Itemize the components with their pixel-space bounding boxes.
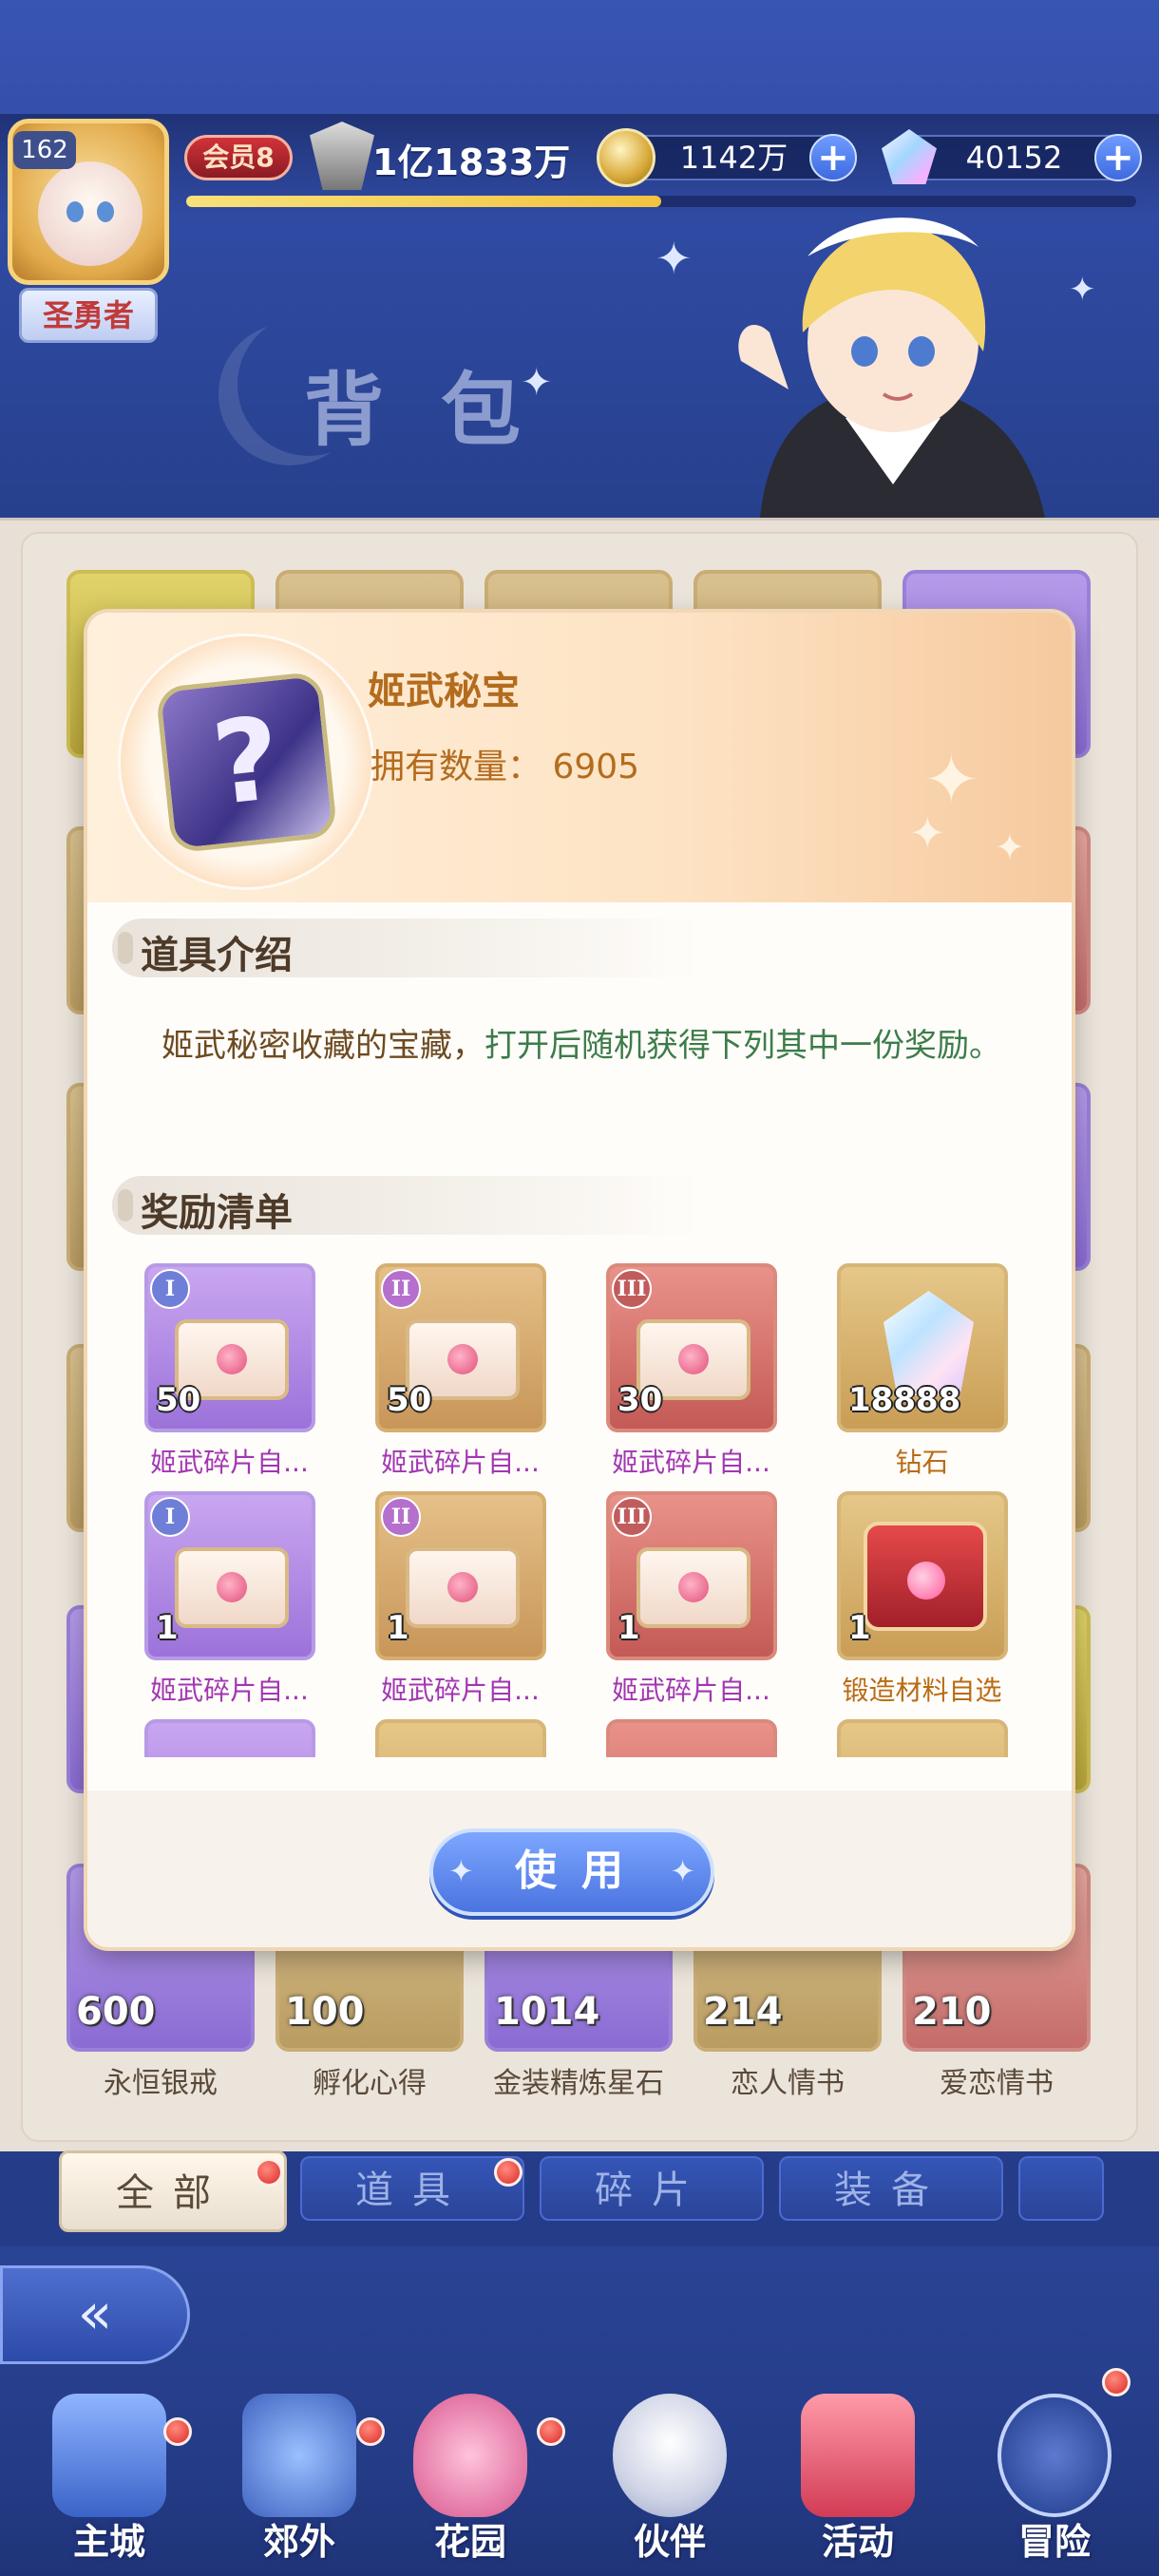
- reward-icon-frame: 18888: [837, 1263, 1008, 1432]
- fragment-chest-icon: [406, 1547, 520, 1628]
- reward-item[interactable]: I 50 姬武碎片自...: [127, 1263, 327, 1478]
- reward-item[interactable]: III 1 姬武碎片自...: [589, 1491, 788, 1706]
- tier-badge: III: [612, 1269, 652, 1309]
- sparkle-icon: ✦: [909, 807, 946, 859]
- reward-icon-frame: III 1: [606, 1491, 777, 1660]
- tier-badge: II: [381, 1269, 421, 1309]
- tier-badge: II: [381, 1497, 421, 1537]
- item-description: 姬武秘密收藏的宝藏，打开后随机获得下列其中一份奖励。: [154, 1021, 1009, 1070]
- item-detail-dialog: ? 姬武秘宝 拥有数量： 6905 ✦ ✦ ✦ 道具介绍 姬武秘密收藏的宝藏，打…: [87, 613, 1072, 1947]
- sparkle-icon: ✦: [670, 1853, 695, 1889]
- mystery-chest-icon: ?: [155, 671, 338, 854]
- reward-item[interactable]: [127, 1719, 327, 1757]
- reward-icon-frame: [375, 1719, 546, 1757]
- section-header-intro: 道具介绍: [112, 919, 701, 977]
- reward-item[interactable]: II 1 姬武碎片自...: [358, 1491, 558, 1706]
- owned-quantity: 拥有数量： 6905: [370, 739, 639, 788]
- reward-icon-frame: 1: [837, 1491, 1008, 1660]
- reward-name: 姬武碎片自...: [381, 1675, 540, 1706]
- reward-count: 1: [618, 1609, 640, 1647]
- diamond-icon: [884, 1291, 974, 1395]
- owned-quantity-label: 拥有数量：: [370, 748, 542, 786]
- reward-icon-frame: II 1: [375, 1491, 546, 1660]
- reward-count: 1: [156, 1609, 179, 1647]
- reward-item[interactable]: 18888 钻石: [820, 1263, 1019, 1478]
- reward-count: 50: [387, 1381, 432, 1419]
- reward-name: 姬武碎片自...: [150, 1447, 309, 1478]
- tier-badge: I: [150, 1269, 190, 1309]
- reward-item[interactable]: II 50 姬武碎片自...: [358, 1263, 558, 1478]
- section-header-rewards: 奖励清单: [112, 1176, 701, 1235]
- description-text: 姬武秘密收藏的宝藏，: [162, 1027, 484, 1065]
- reward-item[interactable]: [589, 1719, 788, 1757]
- reward-count: 1: [848, 1609, 871, 1647]
- reward-count: 30: [618, 1381, 663, 1419]
- owned-quantity-value: 6905: [552, 748, 640, 786]
- reward-icon-frame: III 30: [606, 1263, 777, 1432]
- reward-name: 姬武碎片自...: [612, 1675, 770, 1706]
- description-effect-text: 打开后随机获得下列其中一份奖励。: [484, 1027, 1001, 1065]
- reward-count: 1: [387, 1609, 409, 1647]
- use-button[interactable]: ✦ 使用 ✦: [429, 1828, 714, 1916]
- reward-icon-frame: [837, 1719, 1008, 1757]
- reward-name: 钻石: [895, 1447, 949, 1478]
- reward-count: 18888: [848, 1381, 961, 1419]
- fragment-chest-icon: [175, 1547, 289, 1628]
- reward-icon-frame: [606, 1719, 777, 1757]
- reward-name: 姬武碎片自...: [381, 1447, 540, 1478]
- reward-count: 50: [156, 1381, 201, 1419]
- reward-icon-frame: II 50: [375, 1263, 546, 1432]
- reward-icon-frame: I 50: [144, 1263, 315, 1432]
- reward-icon-frame: [144, 1719, 315, 1757]
- section-title: 道具介绍: [141, 934, 293, 977]
- reward-item[interactable]: [820, 1719, 1019, 1757]
- reward-item[interactable]: 1 锻造材料自选: [820, 1491, 1019, 1706]
- sparkle-icon: ✦: [995, 826, 1025, 868]
- item-name: 姬武秘宝: [368, 670, 520, 713]
- reward-name: 锻造材料自选: [842, 1675, 1002, 1706]
- tier-badge: I: [150, 1497, 190, 1537]
- reward-icon-frame: I1: [144, 1491, 315, 1660]
- reward-item[interactable]: III 30 姬武碎片自...: [589, 1263, 788, 1478]
- sparkle-icon: ✦: [448, 1853, 474, 1889]
- use-button-label: 使用: [515, 1847, 648, 1895]
- section-title: 奖励清单: [141, 1191, 293, 1235]
- reward-name: 姬武碎片自...: [150, 1675, 309, 1706]
- reward-item[interactable]: [358, 1719, 558, 1757]
- tier-badge: III: [612, 1497, 652, 1537]
- reward-name: 姬武碎片自...: [612, 1447, 770, 1478]
- forge-chest-icon: [864, 1522, 987, 1631]
- fragment-chest-icon: [636, 1547, 750, 1628]
- reward-item[interactable]: I 1 姬武碎片自...: [127, 1491, 327, 1706]
